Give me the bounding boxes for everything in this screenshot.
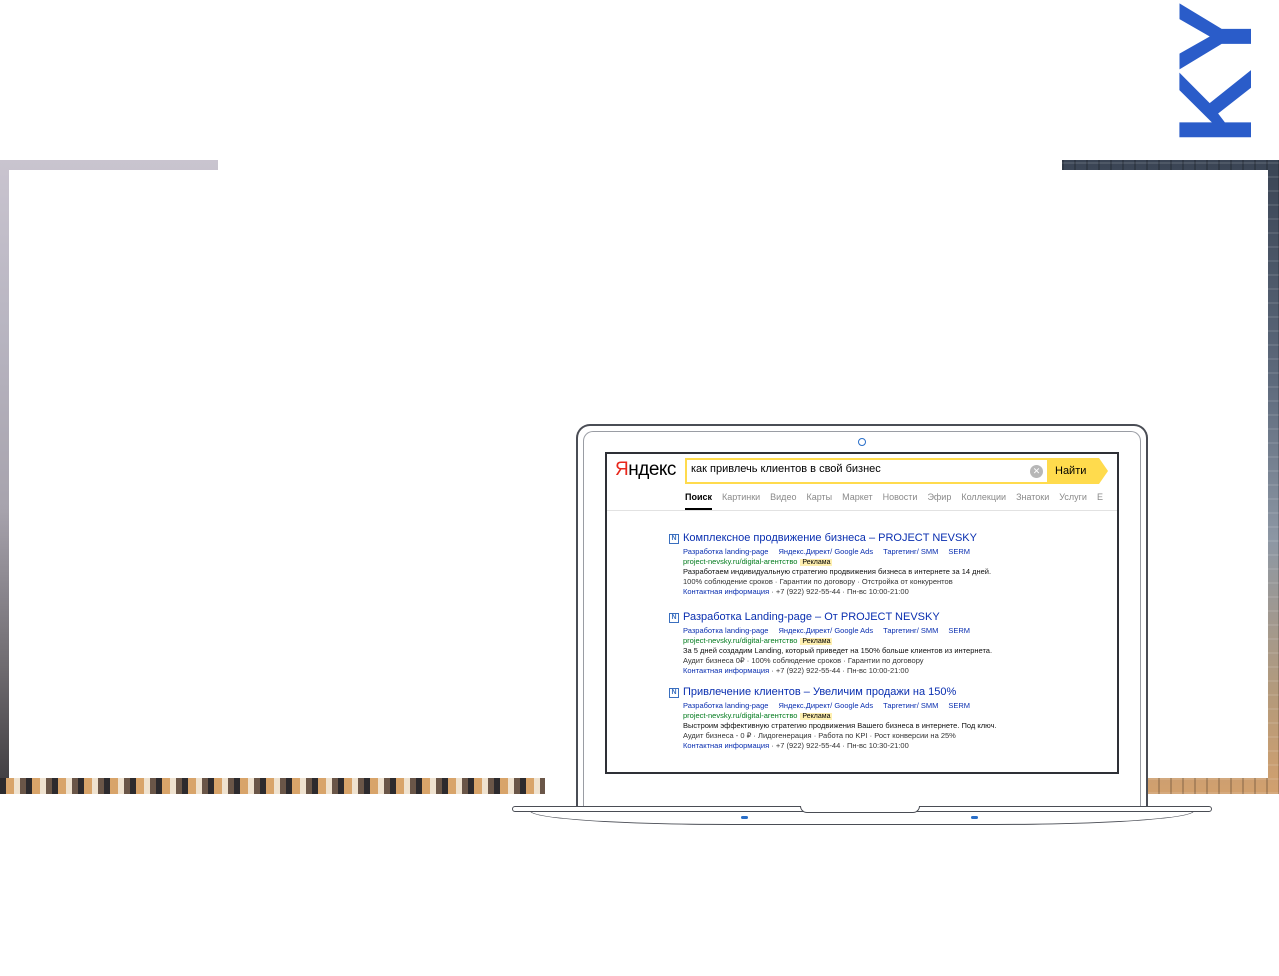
favicon-icon: N [669,688,679,698]
contact-details: · +7 (922) 922-55-44 · Пн-вс 10:00-21:00 [769,587,909,596]
ad-badge: Реклама [800,559,833,566]
webcam-icon [858,438,866,446]
contact-info-link[interactable]: Контактная информация [683,587,769,596]
tab-experts[interactable]: Знатоки [1016,490,1049,510]
laptop-screen: Яндекс ✕ Найти Поиск Картинки Видео Карт… [605,452,1119,774]
result-description: Выстроим эффективную стратегию продвижен… [683,721,997,730]
tabs-divider [607,510,1117,511]
contact-info-link[interactable]: Контактная информация [683,741,769,750]
tab-efir[interactable]: Эфир [927,490,951,510]
brand-logo: KY [1172,0,1260,148]
tab-maps[interactable]: Карты [806,490,832,510]
result-url[interactable]: project-nevsky.ru/digital-агентство [683,711,797,720]
laptop-notch [800,806,920,813]
tab-collections[interactable]: Коллекции [961,490,1006,510]
result-contact: Контактная информация · +7 (922) 922-55-… [683,587,909,596]
result-contact: Контактная информация · +7 (922) 922-55-… [683,741,909,750]
tab-market[interactable]: Маркет [842,490,872,510]
sitelinks: Разработка landing-page Яндекс.Директ/ G… [683,701,970,710]
result-url-line: project-nevsky.ru/digital-агентство Рекла… [683,711,833,720]
tab-more[interactable]: Е [1097,490,1103,510]
result-meta: Аудит бизнеса - 0 ₽ · Лидогенерация · Ра… [683,731,956,740]
sitelink[interactable]: Таргетинг/ SMM [883,626,938,635]
result-url[interactable]: project-nevsky.ru/digital-агентство [683,557,797,566]
contact-info-link[interactable]: Контактная информация [683,666,769,675]
sitelinks: Разработка landing-page Яндекс.Директ/ G… [683,626,970,635]
tab-search[interactable]: Поиск [685,490,713,510]
sitelink[interactable]: SERM [948,626,970,635]
tab-video[interactable]: Видео [770,490,796,510]
background-photo-strip [0,778,545,794]
laptop-foot-left [741,816,748,819]
sitelink[interactable]: Разработка landing-page [683,547,768,556]
laptop-foot-right [971,816,978,819]
sitelink[interactable]: Яндекс.Директ/ Google Ads [778,701,873,710]
result-title[interactable]: Разработка Landing-page – От PROJECT NEV… [683,611,940,623]
search-box: ✕ [685,458,1049,484]
search-tabs: Поиск Картинки Видео Карты Маркет Новост… [685,490,1103,510]
ad-badge: Реклама [800,638,833,645]
tab-news[interactable]: Новости [883,490,918,510]
result-contact: Контактная информация · +7 (922) 922-55-… [683,666,909,675]
yandex-logo[interactable]: Яндекс [615,459,676,481]
sitelink[interactable]: Таргетинг/ SMM [883,547,938,556]
result-url[interactable]: project-nevsky.ru/digital-агентство [683,636,797,645]
sitelink[interactable]: SERM [948,701,970,710]
result-title[interactable]: Привлечение клиентов – Увеличим продажи … [683,686,956,698]
favicon-icon: N [669,613,679,623]
sitelink[interactable]: Разработка landing-page [683,701,768,710]
search-input[interactable] [691,463,1021,475]
contact-details: · +7 (922) 922-55-44 · Пн-вс 10:30-21:00 [769,741,909,750]
yandex-logo-rest: ндекс [628,459,676,480]
brand-logo-text: KY [1172,3,1260,145]
sitelink[interactable]: Яндекс.Директ/ Google Ads [778,626,873,635]
search-button[interactable]: Найти [1049,458,1108,484]
sitelinks: Разработка landing-page Яндекс.Директ/ G… [683,547,970,556]
result-url-line: project-nevsky.ru/digital-агентство Рекла… [683,636,833,645]
clear-search-icon[interactable]: ✕ [1030,465,1043,478]
result-url-line: project-nevsky.ru/digital-агентство Рекла… [683,557,833,566]
tab-services[interactable]: Услуги [1059,490,1087,510]
result-title[interactable]: Комплексное продвижение бизнеса – PROJEC… [683,532,977,544]
result-meta: 100% соблюдение сроков · Гарантии по дог… [683,577,953,586]
result-description: За 5 дней создадим Landing, который прив… [683,646,993,655]
result-meta: Аудит бизнеса 0₽ · 100% соблюдение сроко… [683,656,924,665]
sitelink[interactable]: SERM [948,547,970,556]
sitelink[interactable]: Таргетинг/ SMM [883,701,938,710]
result-description: Разработаем индивидуальную стратегию про… [683,567,992,576]
contact-details: · +7 (922) 922-55-44 · Пн-вс 10:00-21:00 [769,666,909,675]
sitelink[interactable]: Разработка landing-page [683,626,768,635]
favicon-icon: N [669,534,679,544]
ad-badge: Реклама [800,713,833,720]
yandex-logo-first-letter: Я [615,459,629,480]
tab-images[interactable]: Картинки [722,490,760,510]
sitelink[interactable]: Яндекс.Директ/ Google Ads [778,547,873,556]
